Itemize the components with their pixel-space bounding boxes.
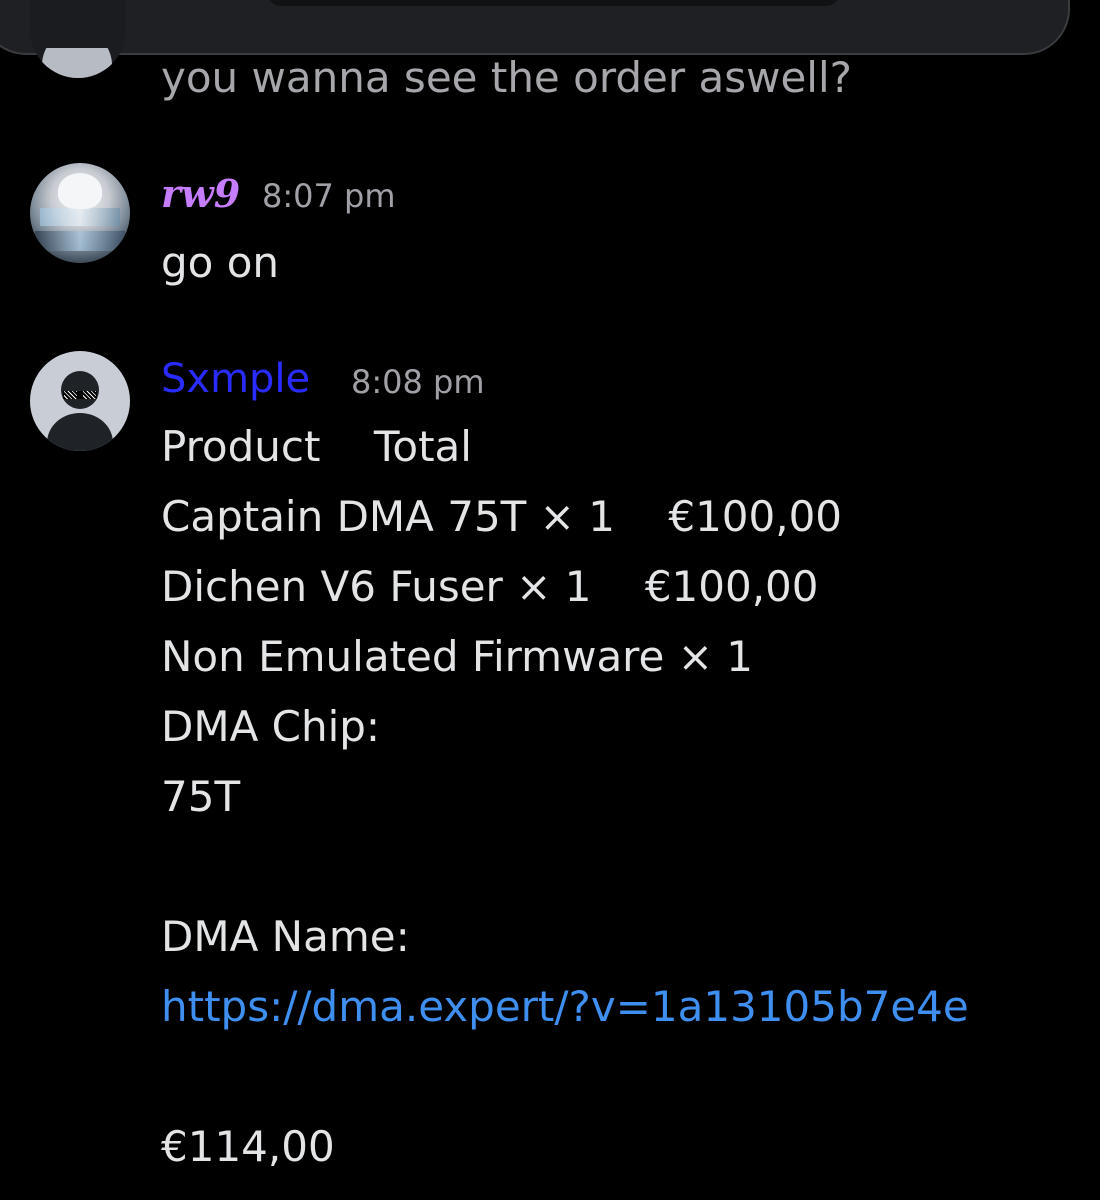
- order-total: €114,00: [161, 1122, 335, 1171]
- previous-author-avatar[interactable]: [30, 0, 126, 78]
- lens: [83, 391, 96, 399]
- sxmple-avatar[interactable]: [30, 351, 130, 451]
- order-line: Captain DMA 75T × 1 €100,00: [161, 492, 843, 541]
- order-line: Non Emulated Firmware × 1: [161, 632, 753, 681]
- sxmple-username[interactable]: Sxmple: [161, 355, 310, 403]
- avatar-head: [61, 371, 99, 409]
- avatar-art-streak: [40, 208, 120, 226]
- avatar-body: [47, 413, 113, 451]
- top-overlay-inner: [267, 0, 840, 6]
- order-line: DMA Name:: [161, 912, 410, 961]
- rw9-avatar[interactable]: [30, 163, 130, 263]
- previous-message-text: you wanna see the order aswell?: [161, 53, 852, 102]
- order-line: 75T: [161, 772, 241, 821]
- chat-screen: you wanna see the order aswell? rw9 8:07…: [0, 0, 1100, 1200]
- sxmple-timestamp: 8:08 pm: [351, 363, 485, 401]
- rw9-username[interactable]: rw9: [161, 170, 240, 218]
- pixel-sunglasses-icon: [63, 391, 97, 399]
- lens: [64, 391, 77, 399]
- order-line: Product Total: [161, 422, 472, 471]
- order-line: DMA Chip:: [161, 702, 381, 751]
- avatar-art-hair: [58, 173, 102, 209]
- rw9-message-line: go on: [161, 238, 280, 287]
- dma-link[interactable]: https://dma.expert/?v=1a13105b7e4e: [161, 982, 969, 1032]
- rw9-timestamp: 8:07 pm: [262, 177, 396, 215]
- avatar-art-streak: [35, 231, 125, 251]
- avatar-cover: [30, 0, 126, 48]
- order-line: Dichen V6 Fuser × 1 €100,00: [161, 562, 819, 611]
